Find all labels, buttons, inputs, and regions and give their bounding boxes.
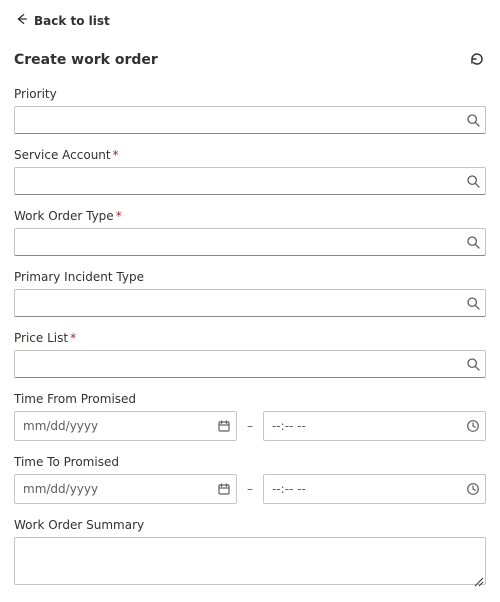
required-mark: * bbox=[70, 331, 76, 345]
work-order-type-field: Work Order Type* bbox=[14, 209, 486, 256]
page-title: Create work order bbox=[14, 52, 158, 68]
required-mark: * bbox=[113, 148, 119, 162]
primary-incident-type-label: Primary Incident Type bbox=[14, 270, 486, 284]
time-to-date-input[interactable] bbox=[14, 474, 237, 504]
time-from-promised-field: Time From Promised – bbox=[14, 392, 486, 441]
service-account-input[interactable] bbox=[14, 167, 486, 195]
work-order-summary-label: Work Order Summary bbox=[14, 518, 486, 532]
back-to-list-link[interactable]: Back to list bbox=[14, 12, 486, 29]
price-list-field: Price List* bbox=[14, 331, 486, 378]
datetime-separator: – bbox=[245, 419, 255, 433]
service-account-label: Service Account* bbox=[14, 148, 486, 162]
work-order-type-input[interactable] bbox=[14, 228, 486, 256]
price-list-label: Price List* bbox=[14, 331, 486, 345]
time-from-date-input[interactable] bbox=[14, 411, 237, 441]
work-order-type-label: Work Order Type* bbox=[14, 209, 486, 223]
arrow-left-icon bbox=[14, 12, 28, 29]
priority-input[interactable] bbox=[14, 106, 486, 134]
time-to-promised-field: Time To Promised – bbox=[14, 455, 486, 504]
time-to-promised-label: Time To Promised bbox=[14, 455, 486, 469]
priority-field: Priority bbox=[14, 87, 486, 134]
primary-incident-type-field: Primary Incident Type bbox=[14, 270, 486, 317]
work-order-summary-textarea[interactable] bbox=[14, 537, 486, 585]
time-from-promised-label: Time From Promised bbox=[14, 392, 486, 406]
required-mark: * bbox=[116, 209, 122, 223]
priority-label: Priority bbox=[14, 87, 486, 101]
service-account-field: Service Account* bbox=[14, 148, 486, 195]
refresh-icon bbox=[469, 51, 485, 70]
time-from-time-input[interactable] bbox=[263, 411, 486, 441]
refresh-button[interactable] bbox=[468, 51, 486, 69]
datetime-separator: – bbox=[245, 482, 255, 496]
back-label: Back to list bbox=[34, 14, 110, 28]
work-order-summary-field: Work Order Summary bbox=[14, 518, 486, 588]
primary-incident-type-input[interactable] bbox=[14, 289, 486, 317]
price-list-input[interactable] bbox=[14, 350, 486, 378]
time-to-time-input[interactable] bbox=[263, 474, 486, 504]
